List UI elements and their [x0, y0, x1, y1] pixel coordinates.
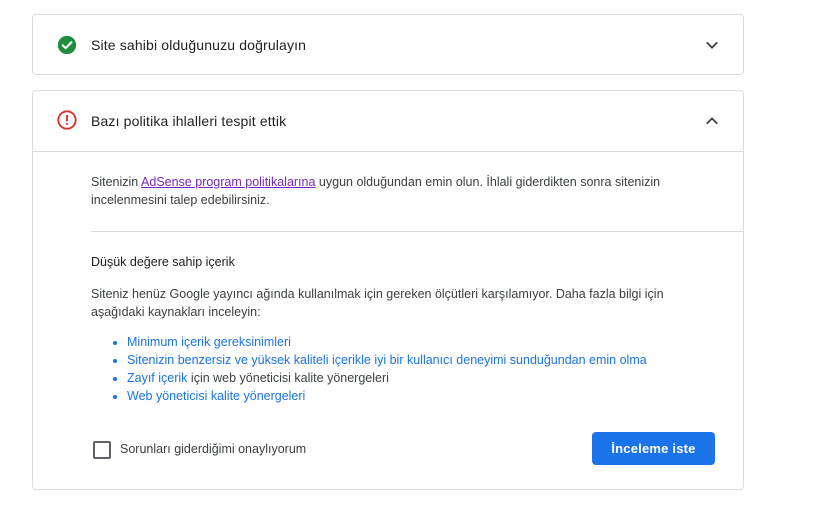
adsense-policies-link[interactable]: AdSense program politikalarına — [141, 175, 315, 189]
webmaster-guidelines-link[interactable]: Web yöneticisi kalite yönergeleri — [127, 389, 305, 403]
thin-content-link[interactable]: Zayıf içerik — [127, 371, 187, 385]
confirm-fixed-label[interactable]: Sorunları giderdiğimi onaylıyorum — [120, 442, 306, 456]
policy-intro-text: Sitenizin AdSense program politikalarına… — [91, 175, 661, 207]
minimum-content-requirements-link[interactable]: Minimum içerik gereksinimleri — [127, 335, 291, 349]
section-divider — [91, 231, 743, 232]
verify-site-card: Site sahibi olduğunuzu doğrulayın — [32, 14, 744, 75]
resource-links-list: Minimum içerik gereksinimleri Sitenizin … — [91, 333, 647, 405]
verify-site-header[interactable]: Site sahibi olduğunuzu doğrulayın — [33, 15, 743, 75]
low-value-content-description: Siteniz henüz Google yayıncı ağında kull… — [91, 287, 664, 319]
policy-violation-card: Bazı politika ihlalleri tespit ettik Sit… — [32, 90, 744, 490]
unique-quality-content-link[interactable]: Sitenizin benzersiz ve yüksek kaliteli i… — [127, 353, 647, 367]
list-item: Web yöneticisi kalite yönergeleri — [127, 387, 647, 405]
error-circle-icon — [57, 110, 77, 130]
list-item: Minimum içerik gereksinimleri — [127, 333, 647, 351]
list-item: Zayıf içerik için web yöneticisi kalite … — [127, 369, 647, 387]
request-review-button[interactable]: İnceleme iste — [592, 432, 715, 465]
verify-site-title: Site sahibi olduğunuzu doğrulayın — [91, 37, 307, 53]
chevron-down-icon[interactable] — [703, 36, 721, 54]
policy-violation-title: Bazı politika ihlalleri tespit ettik — [91, 113, 287, 129]
chevron-up-icon[interactable] — [703, 112, 721, 130]
policy-violation-header[interactable]: Bazı politika ihlalleri tespit ettik — [33, 91, 743, 152]
check-circle-icon — [57, 35, 77, 55]
low-value-content-heading: Düşük değere sahip içerik — [91, 255, 235, 269]
list-item: Sitenizin benzersiz ve yüksek kaliteli i… — [127, 351, 647, 369]
confirm-fixed-checkbox[interactable] — [93, 441, 111, 459]
